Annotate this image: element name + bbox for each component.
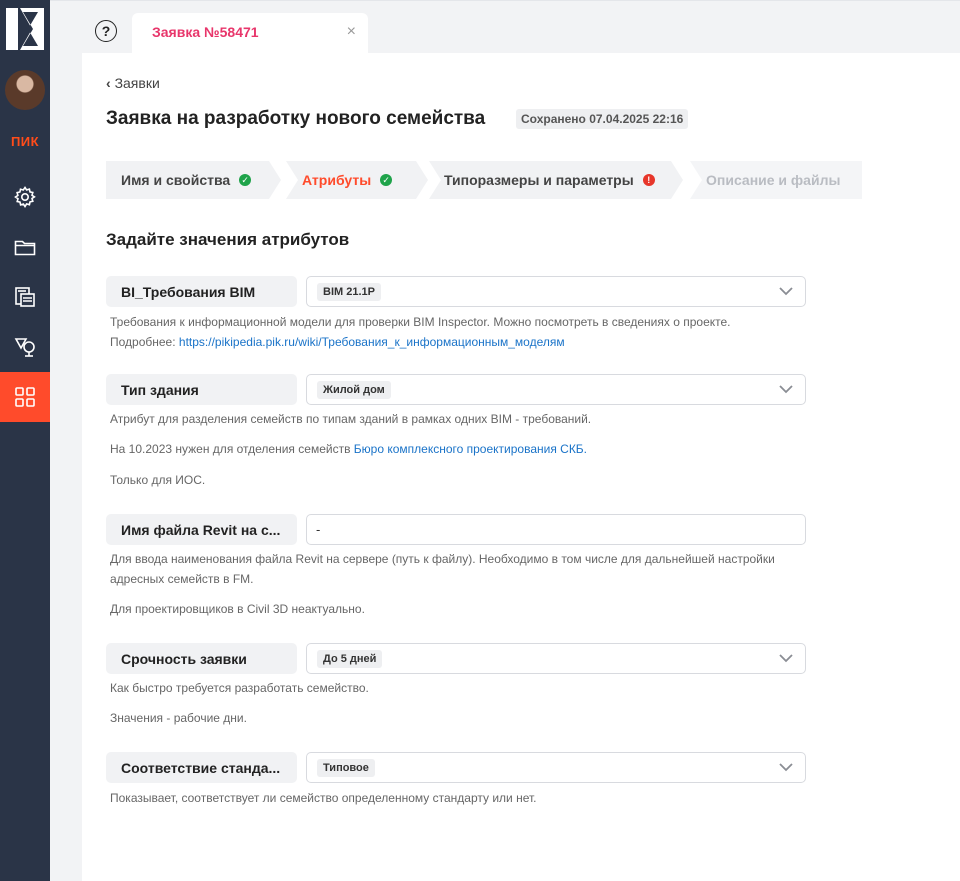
bim-requirements-select[interactable]: BIM 21.1P: [306, 276, 806, 307]
catalog-icon: [15, 287, 35, 307]
step-label: Типоразмеры и параметры: [444, 172, 634, 188]
breadcrumb-back-link[interactable]: ‹ Заявки: [106, 75, 160, 91]
close-icon[interactable]: ×: [347, 23, 356, 41]
main-content: ‹ Заявки Заявка на разработку нового сем…: [82, 53, 960, 881]
selected-value-chip: BIM 21.1P: [317, 283, 381, 301]
building-type-select[interactable]: Жилой дом: [306, 374, 806, 405]
field-label-bim-requirements: BI_Требования BIM: [106, 276, 297, 307]
catalog-nav-item[interactable]: [0, 272, 50, 322]
bureau-link[interactable]: Бюро комплексного проектирования СКБ.: [354, 442, 587, 456]
selected-value-chip: До 5 дней: [317, 650, 383, 668]
breadcrumb-label: Заявки: [114, 75, 160, 91]
folder-icon: [14, 240, 36, 256]
field-help-text: Атрибут для разделения семейств по типам…: [110, 412, 592, 426]
step-label: Атрибуты: [302, 172, 372, 188]
help-line: адресных семейств в FM.: [110, 572, 254, 586]
field-help-text: Для ввода наименования файла Revit на се…: [110, 549, 810, 589]
help-prefix: На 10.2023 нужен для отделения семейств: [110, 442, 354, 456]
grid-icon: [15, 387, 35, 407]
urgency-select[interactable]: До 5 дней: [306, 643, 806, 674]
field-label-urgency: Срочность заявки: [106, 643, 297, 674]
section-title: Задайте значения атрибутов: [106, 230, 350, 249]
help-line: Требования к информационной модели для п…: [110, 315, 731, 329]
avatar[interactable]: [5, 70, 45, 110]
field-label-revit-file-name: Имя файла Revit на с...: [106, 514, 297, 545]
step-label: Имя и свойства: [121, 172, 231, 188]
check-icon: ✓: [380, 174, 393, 186]
step-attributes[interactable]: Атрибуты ✓: [302, 161, 393, 199]
apps-nav-item[interactable]: [0, 372, 50, 422]
chevron-down-icon[interactable]: [779, 763, 793, 772]
selected-value-chip: Жилой дом: [317, 381, 391, 399]
field-help-text: Для проектировщиков в Civil 3D неактуаль…: [110, 602, 365, 616]
brand-logo: ПИК: [10, 134, 40, 149]
revit-file-name-input[interactable]: -: [306, 514, 806, 545]
chevron-left-icon: ‹: [106, 75, 111, 91]
check-icon: ✓: [239, 174, 252, 186]
stepper: Имя и свойства ✓ Атрибуты ✓ Типоразмеры …: [106, 161, 862, 199]
field-help-text: Только для ИОС.: [110, 473, 206, 487]
app-logo-icon[interactable]: [4, 6, 46, 52]
step-description-files: Описание и файлы: [706, 161, 840, 199]
gear-icon: [14, 186, 36, 208]
field-help-text: Требования к информационной модели для п…: [110, 312, 810, 352]
step-label: Описание и файлы: [706, 172, 841, 188]
help-line: Подробнее: https://pikipedia.pik.ru/wiki…: [110, 332, 810, 352]
page-title: Заявка на разработку нового семейства: [106, 108, 486, 129]
field-label-standard-compliance: Соответствие станда...: [106, 752, 297, 783]
tab-request[interactable]: Заявка №58471 ×: [132, 13, 368, 53]
saved-status-badge: Сохранено 07.04.2025 22:16: [516, 109, 689, 129]
wiki-link[interactable]: https://pikipedia.pik.ru/wiki/Требования…: [179, 335, 565, 349]
field-help-text: На 10.2023 нужен для отделения семейств …: [110, 439, 810, 459]
field-help-text: Как быстро требуется разработать семейст…: [110, 681, 369, 695]
help-line: Для ввода наименования файла Revit на се…: [110, 552, 775, 566]
tab-title: Заявка №58471: [152, 24, 259, 40]
chevron-down-icon[interactable]: [779, 287, 793, 296]
chevron-down-icon[interactable]: [779, 385, 793, 394]
error-icon: !: [642, 174, 655, 186]
step-name-properties[interactable]: Имя и свойства ✓: [121, 161, 252, 199]
sidebar: ПИК: [0, 0, 50, 881]
standard-compliance-select[interactable]: Типовое: [306, 752, 806, 783]
files-nav-item[interactable]: [0, 222, 50, 272]
selected-value-chip: Типовое: [317, 759, 375, 777]
field-help-text: Показывает, соответствует ли семейство о…: [110, 791, 537, 805]
step-sizes-parameters[interactable]: Типоразмеры и параметры !: [444, 161, 655, 199]
chevron-down-icon[interactable]: [779, 654, 793, 663]
field-help-text: Значения - рабочие дни.: [110, 711, 247, 725]
shapes-icon: [14, 338, 35, 357]
help-prefix: Подробнее:: [110, 335, 179, 349]
input-value: -: [316, 522, 321, 537]
shapes-nav-item[interactable]: [0, 322, 50, 372]
settings-nav-item[interactable]: [0, 172, 50, 222]
field-label-building-type: Тип здания: [106, 374, 297, 405]
help-icon[interactable]: ?: [95, 20, 117, 42]
